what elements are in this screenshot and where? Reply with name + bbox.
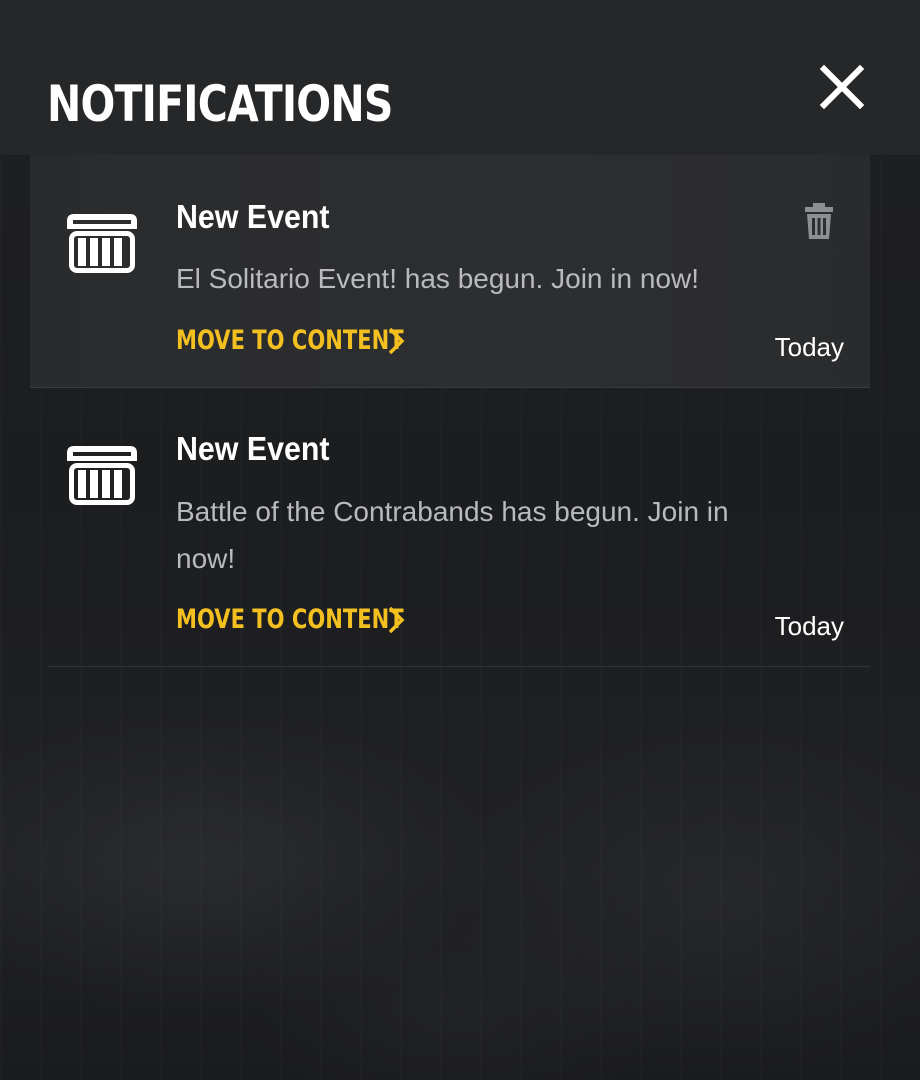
close-icon [819, 64, 865, 110]
gift-box-icon [67, 446, 137, 505]
notification-date: Today [774, 611, 844, 641]
notification-message: Battle of the Contrabands has begun. Joi… [176, 496, 729, 574]
move-to-content-link[interactable]: MOVE TO CONTENT [176, 604, 406, 635]
notification-title: New Event [176, 430, 330, 467]
notification-date: Today [774, 332, 844, 362]
page-title: NOTIFICATIONS [47, 75, 393, 133]
notification-message: El Solitario Event! has begun. Join in n… [176, 263, 699, 294]
move-to-content-label: MOVE TO CONTENT [176, 325, 404, 356]
notifications-header: NOTIFICATIONS [0, 0, 920, 155]
move-to-content-label: MOVE TO CONTENT [176, 604, 404, 635]
notification-title: New Event [176, 198, 330, 235]
close-button[interactable] [815, 60, 869, 114]
trash-icon[interactable] [802, 201, 836, 241]
notification-item[interactable]: New Event El Solitario Event! has begun.… [30, 155, 870, 388]
gift-box-icon [67, 214, 137, 273]
move-to-content-link[interactable]: MOVE TO CONTENT [176, 325, 406, 356]
notification-item[interactable]: New Event Battle of the Contrabands has … [48, 387, 870, 667]
